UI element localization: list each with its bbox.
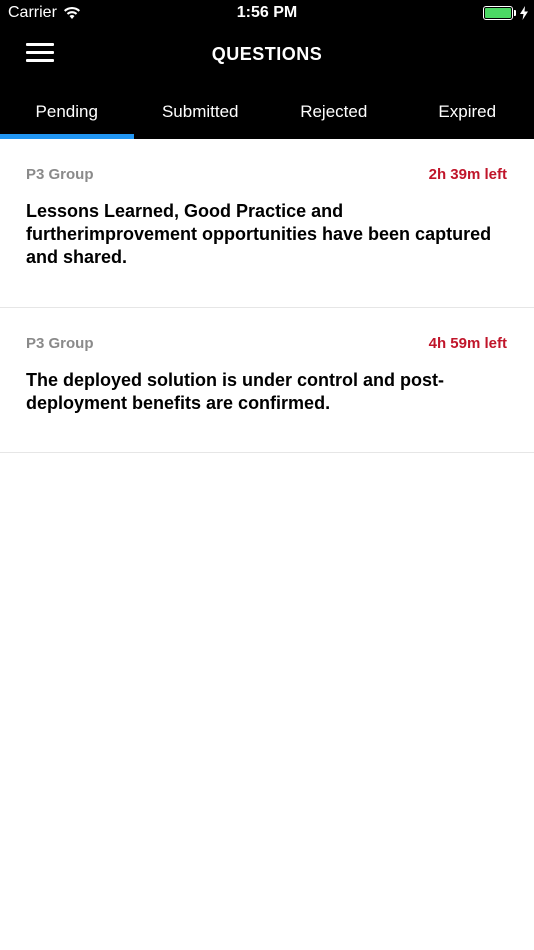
app-screen: Carrier 1:56 PM QUESTIONS Pending Submit…	[0, 0, 534, 950]
question-group: P3 Group	[26, 335, 94, 352]
question-text: The deployed solution is under control a…	[26, 370, 445, 413]
status-bar: Carrier 1:56 PM	[0, 0, 534, 28]
question-list: P3 Group 2h 39m left Lessons Learned, Go…	[0, 139, 534, 453]
question-group: P3 Group	[26, 166, 94, 183]
battery-tip	[514, 10, 516, 16]
tab-rejected[interactable]: Rejected	[267, 90, 401, 139]
tab-expired[interactable]: Expired	[401, 90, 534, 139]
header: Carrier 1:56 PM QUESTIONS Pending Submit…	[0, 0, 534, 139]
battery-indicator	[483, 6, 528, 20]
nav-bar: QUESTIONS	[0, 28, 534, 84]
status-time: 1:56 PM	[236, 4, 298, 21]
page-title: QUESTIONS	[211, 44, 323, 64]
tab-pending[interactable]: Pending	[0, 90, 134, 139]
question-card[interactable]: P3 Group 4h 59m left The deployed soluti…	[0, 308, 534, 453]
tab-bar: Pending Submitted Rejected Expired	[0, 90, 534, 139]
battery-icon	[483, 6, 513, 20]
charging-bolt-icon	[520, 6, 528, 20]
tab-submitted[interactable]: Submitted	[134, 90, 268, 139]
question-time-left: 4h 59m left	[428, 335, 507, 352]
question-text: Lessons Learned, Good Practice and furth…	[26, 201, 492, 267]
question-card[interactable]: P3 Group 2h 39m left Lessons Learned, Go…	[0, 139, 534, 308]
question-time-left: 2h 39m left	[428, 166, 507, 183]
